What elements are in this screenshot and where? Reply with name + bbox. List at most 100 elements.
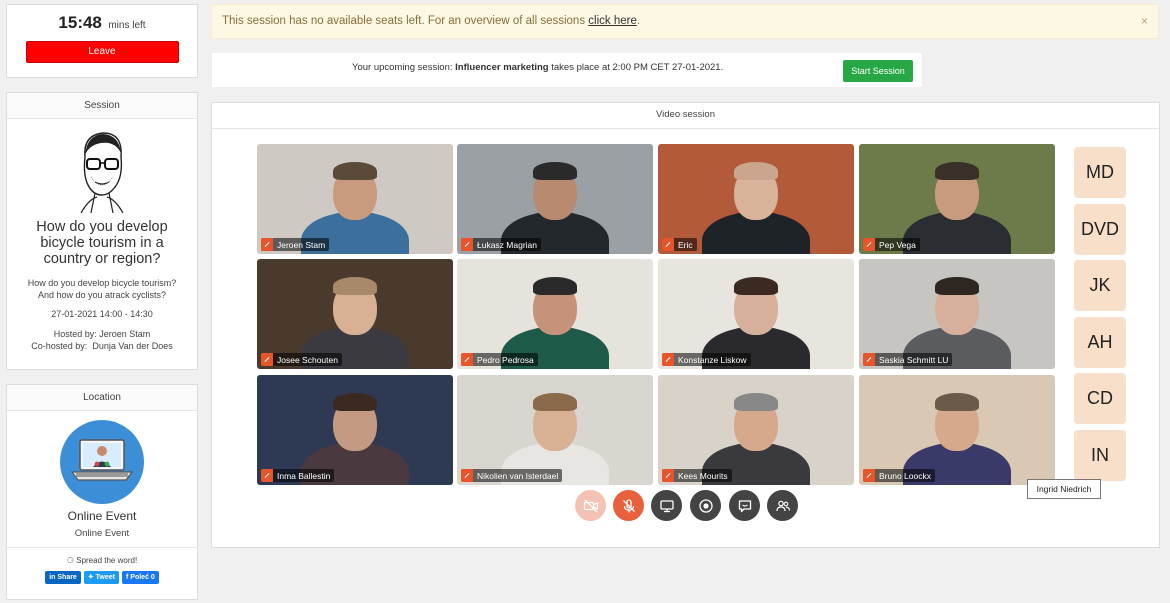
participant-avatar[interactable]: JK xyxy=(1074,260,1126,311)
monitor-icon xyxy=(659,499,674,512)
camera-off-button[interactable] xyxy=(575,490,606,521)
participant-hair xyxy=(533,277,577,295)
participant-name: Łukasz Magrian xyxy=(477,239,538,250)
all-sessions-link[interactable]: click here xyxy=(588,15,637,27)
participants-button[interactable] xyxy=(767,490,798,521)
participant-name: Pedro Pedrosa xyxy=(477,354,534,365)
cohosted-by: Co-hosted by: Dunja Van der Does xyxy=(31,341,173,351)
leave-button[interactable]: Leave xyxy=(25,41,179,63)
session-panel: Session How do you develop bicycle touri… xyxy=(6,92,198,370)
camera-off-icon xyxy=(583,499,598,512)
participant-name: Nikolien van Isterdael xyxy=(477,470,559,481)
spread-the-word: ⚆ Spread the word! xyxy=(66,556,138,565)
no-seats-alert: This session has no available seats left… xyxy=(211,4,1159,39)
video-tile[interactable]: Saskia Schmitt LU xyxy=(859,259,1055,369)
participant-avatar[interactable]: AH xyxy=(1074,317,1126,368)
participant-label: Bruno Loockx xyxy=(863,469,935,482)
video-tile[interactable]: Josee Schouten xyxy=(257,259,453,369)
upcoming-session-bar: Your upcoming session: Influencer market… xyxy=(211,52,923,88)
session-datetime: 27-01-2021 14:00 - 14:30 xyxy=(51,309,153,319)
participant-avatar[interactable]: MD xyxy=(1074,147,1126,198)
chat-button[interactable] xyxy=(729,490,760,521)
share-buttons: in Share ✦ Tweet f Poleć 0 xyxy=(7,571,197,584)
participant-hair xyxy=(734,162,778,180)
muted-mic-icon xyxy=(662,238,674,251)
participant-label: Inma Ballestin xyxy=(261,469,335,482)
muted-mic-icon xyxy=(261,353,273,366)
twitter-tweet-button[interactable]: ✦ Tweet xyxy=(83,571,119,584)
participant-name: Josee Schouten xyxy=(277,354,338,365)
video-tile[interactable]: Pep Vega xyxy=(859,144,1055,254)
participant-name: Saskia Schmitt LU xyxy=(879,354,949,365)
time-suffix: mins left xyxy=(108,20,146,31)
participant-hair xyxy=(935,393,979,411)
participant-label: Pep Vega xyxy=(863,238,920,251)
participant-hair xyxy=(734,393,778,411)
participant-name: Jeroen Stam xyxy=(277,239,326,250)
participant-hair xyxy=(333,162,377,180)
linkedin-icon: in xyxy=(49,574,56,581)
muted-mic-icon xyxy=(461,469,473,482)
facebook-like-button[interactable]: f Poleć 0 xyxy=(122,571,159,584)
participant-hair xyxy=(333,277,377,295)
session-header: Session xyxy=(7,93,197,119)
participant-hair xyxy=(533,393,577,411)
participant-hair xyxy=(533,162,577,180)
linkedin-share-button[interactable]: in Share xyxy=(45,571,81,584)
participant-name: Eric xyxy=(678,239,693,250)
video-tile[interactable]: Jeroen Stam xyxy=(257,144,453,254)
chat-icon xyxy=(738,499,751,512)
location-header: Location xyxy=(7,385,197,411)
facebook-icon: f xyxy=(126,574,129,581)
host-portrait xyxy=(80,132,124,213)
location-name: Online Event xyxy=(67,509,137,523)
video-tile[interactable]: Kees Mourits xyxy=(658,375,854,485)
upcoming-session-name: Influencer marketing xyxy=(455,62,549,73)
participant-label: Łukasz Magrian xyxy=(461,238,542,251)
time-remaining: 15:48 mins left xyxy=(7,13,197,33)
record-icon xyxy=(698,498,713,513)
muted-mic-icon xyxy=(461,238,473,251)
participant-avatar[interactable]: DVD xyxy=(1074,204,1126,255)
muted-mic-icon xyxy=(863,238,875,251)
participant-label: Eric xyxy=(662,238,697,251)
mute-button[interactable] xyxy=(613,490,644,521)
participant-name: Bruno Loockx xyxy=(879,470,931,481)
video-tile[interactable]: Konstanze Liskow xyxy=(658,259,854,369)
video-session-header: Video session xyxy=(212,103,1159,129)
participant-name: Inma Ballestin xyxy=(277,470,331,481)
alert-close-icon[interactable]: × xyxy=(1141,5,1148,38)
participant-label: Nikolien van Isterdael xyxy=(461,469,563,482)
participant-label: Konstanze Liskow xyxy=(662,353,751,366)
participant-avatar[interactable]: CD xyxy=(1074,373,1126,424)
location-subtitle: Online Event xyxy=(74,528,130,539)
people-icon: ⚆ xyxy=(66,556,74,565)
muted-mic-icon xyxy=(863,353,875,366)
time-value: 15:48 xyxy=(58,13,102,32)
participant-label: Jeroen Stam xyxy=(261,238,330,251)
record-button[interactable] xyxy=(690,490,721,521)
participant-hair xyxy=(734,277,778,295)
hosted-by: Hosted by: Jeroen Stam xyxy=(53,329,151,339)
participant-label: Pedro Pedrosa xyxy=(461,353,538,366)
video-tile[interactable]: Eric xyxy=(658,144,854,254)
participant-label: Kees Mourits xyxy=(662,469,732,482)
location-panel: Location Online Event Online Event ⚆ Spr… xyxy=(6,384,198,600)
video-tile[interactable]: Inma Ballestin xyxy=(257,375,453,485)
video-tile[interactable]: Pedro Pedrosa xyxy=(457,259,653,369)
timer-panel: 15:48 mins left Leave xyxy=(6,4,198,78)
participant-tooltip: Ingrid Niedrich xyxy=(1027,479,1101,499)
muted-mic-icon xyxy=(662,353,674,366)
muted-mic-icon xyxy=(461,353,473,366)
muted-mic-icon xyxy=(261,238,273,251)
participant-name: Pep Vega xyxy=(879,239,916,250)
start-session-button[interactable]: Start Session xyxy=(843,60,913,82)
session-hosts: Hosted by: Jeroen Stam Co-hosted by: Dun… xyxy=(7,328,197,352)
participant-avatar[interactable]: IN xyxy=(1074,430,1126,481)
video-tile[interactable]: Nikolien van Isterdael xyxy=(457,375,653,485)
participant-name: Kees Mourits xyxy=(678,470,728,481)
participant-hair xyxy=(333,393,377,411)
video-tile[interactable]: Bruno Loockx xyxy=(859,375,1055,485)
screen-share-button[interactable] xyxy=(651,490,682,521)
video-tile[interactable]: Łukasz Magrian xyxy=(457,144,653,254)
